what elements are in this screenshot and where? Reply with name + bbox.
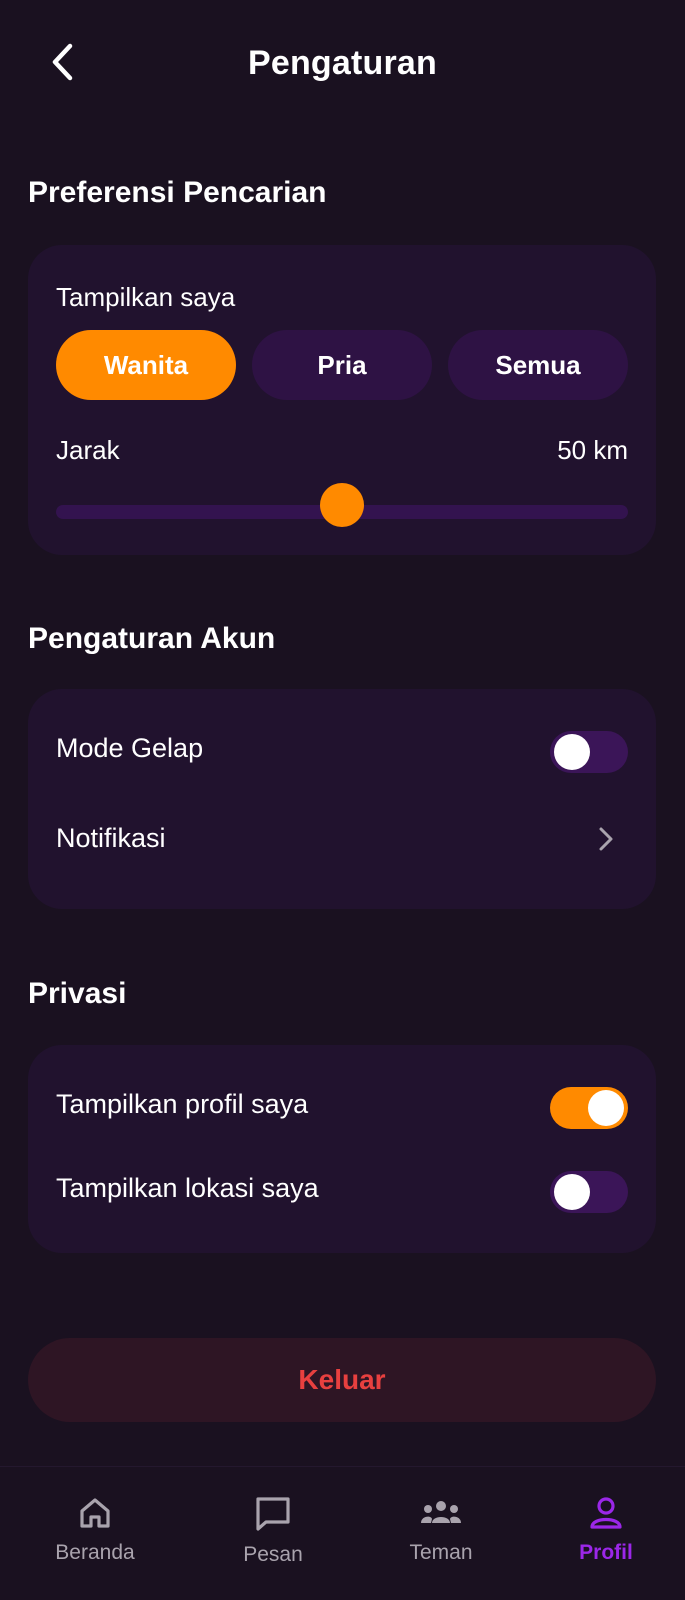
account-settings-card: Mode Gelap Notifikasi bbox=[28, 689, 656, 909]
show-profile-row: Tampilkan profil saya bbox=[28, 1067, 656, 1147]
nav-label: Beranda bbox=[55, 1541, 135, 1564]
distance-value: 50 km bbox=[557, 435, 628, 465]
profile-icon bbox=[590, 1497, 622, 1529]
toggle-knob bbox=[588, 1090, 624, 1126]
show-profile-label: Tampilkan profil saya bbox=[56, 1089, 309, 1119]
dark-mode-label: Mode Gelap bbox=[56, 733, 204, 763]
section-title-account-settings: Pengaturan Akun bbox=[28, 622, 276, 655]
dark-mode-row: Mode Gelap bbox=[28, 711, 656, 791]
page-title: Pengaturan bbox=[247, 44, 438, 82]
nav-label: Pesan bbox=[243, 1543, 303, 1566]
nav-label: Profil bbox=[579, 1541, 633, 1564]
gender-option-semua[interactable]: Semua bbox=[448, 330, 628, 400]
nav-item-teman[interactable]: Teman bbox=[366, 1495, 516, 1585]
show-location-toggle[interactable] bbox=[550, 1171, 628, 1213]
distance-label: Jarak bbox=[56, 435, 120, 465]
dark-mode-toggle[interactable] bbox=[550, 731, 628, 773]
nav-item-beranda[interactable]: Beranda bbox=[20, 1495, 170, 1585]
logout-button[interactable]: Keluar bbox=[28, 1338, 656, 1422]
privacy-card: Tampilkan profil saya Tampilkan lokasi s… bbox=[28, 1045, 656, 1253]
home-icon bbox=[80, 1498, 110, 1528]
distance-slider-thumb[interactable] bbox=[320, 483, 364, 527]
show-me-label: Tampilkan saya bbox=[56, 282, 236, 312]
notifications-label: Notifikasi bbox=[56, 823, 166, 853]
bottom-navigation: Beranda Pesan Teman Profil bbox=[0, 1466, 685, 1600]
nav-item-profil[interactable]: Profil bbox=[531, 1495, 681, 1585]
toggle-knob bbox=[554, 1174, 590, 1210]
toggle-knob bbox=[554, 734, 590, 770]
header: Pengaturan bbox=[0, 0, 685, 130]
nav-label: Teman bbox=[409, 1541, 473, 1564]
gender-option-pria[interactable]: Pria bbox=[252, 330, 432, 400]
nav-item-pesan[interactable]: Pesan bbox=[198, 1495, 348, 1585]
show-location-row: Tampilkan lokasi saya bbox=[28, 1151, 656, 1231]
show-location-label: Tampilkan lokasi saya bbox=[56, 1173, 319, 1203]
search-preferences-card: Tampilkan saya Wanita Pria Semua Jarak 5… bbox=[28, 245, 656, 555]
chevron-right-icon bbox=[599, 827, 613, 851]
section-title-search-preferences: Preferensi Pencarian bbox=[28, 176, 327, 209]
section-title-privacy: Privasi bbox=[28, 977, 127, 1010]
message-icon bbox=[256, 1497, 290, 1531]
friends-icon bbox=[421, 1501, 461, 1523]
notifications-row[interactable]: Notifikasi bbox=[28, 801, 656, 881]
gender-option-wanita[interactable]: Wanita bbox=[56, 330, 236, 400]
show-profile-toggle[interactable] bbox=[550, 1087, 628, 1129]
